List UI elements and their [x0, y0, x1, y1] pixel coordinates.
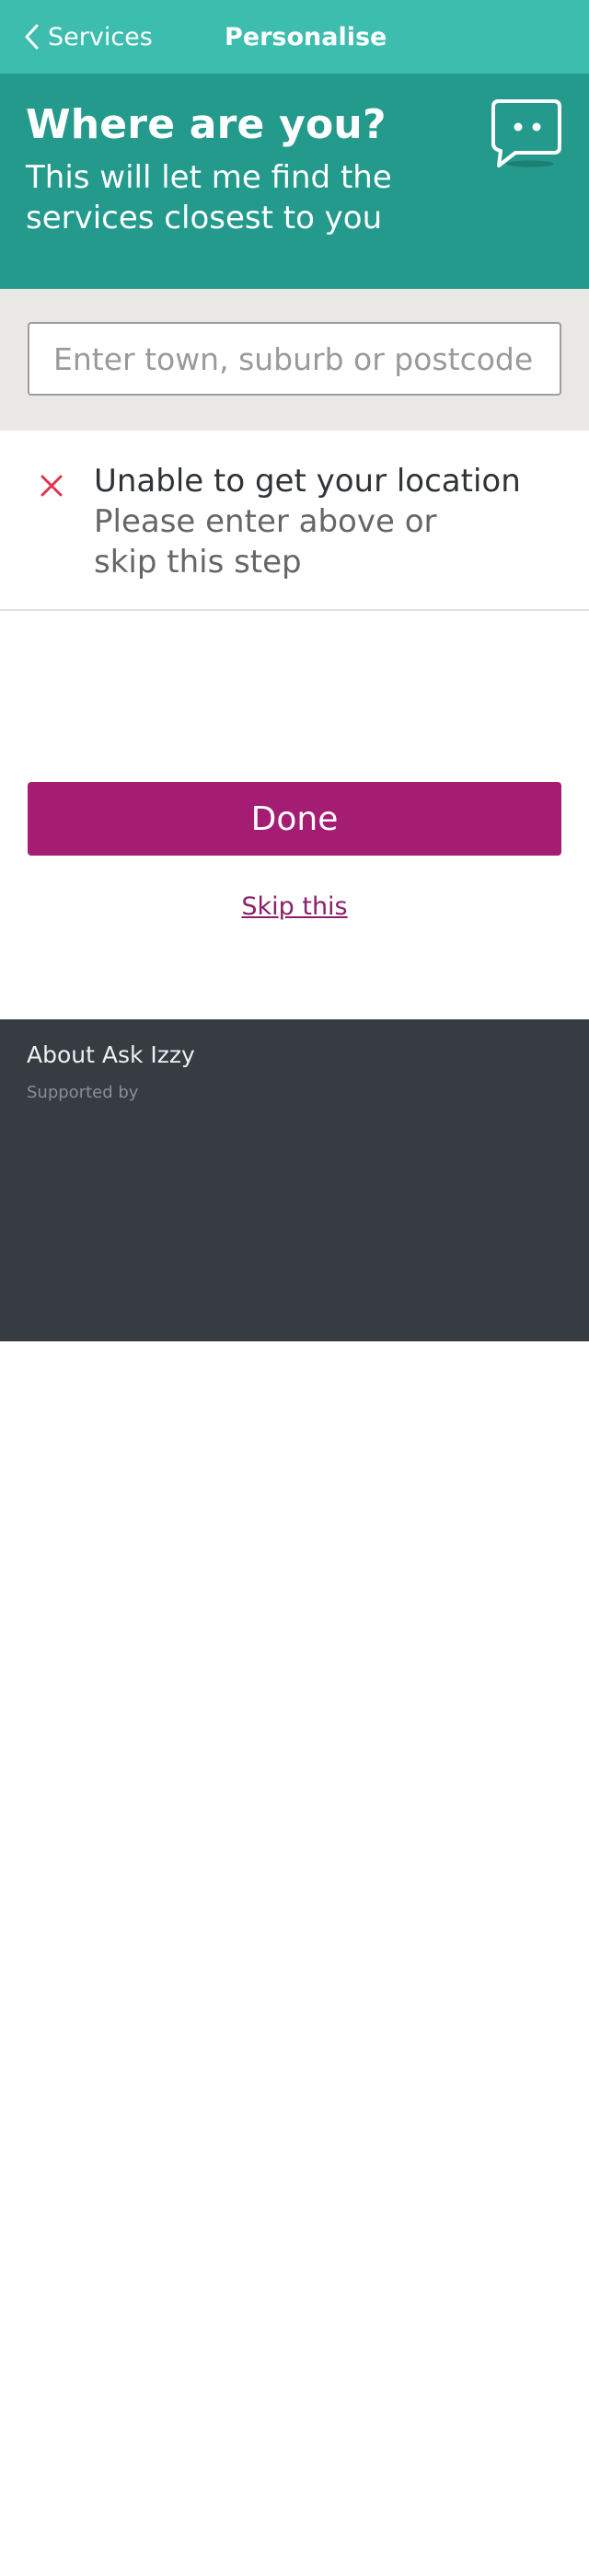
page-title: Where are you?	[26, 101, 387, 148]
chat-bubble-face-icon	[488, 96, 565, 173]
supported-by-label: Supported by	[27, 1083, 139, 1102]
search-band	[0, 289, 589, 431]
back-button[interactable]: Services	[24, 0, 153, 74]
done-button[interactable]: Done	[28, 782, 561, 856]
actions: Done Skip this	[0, 611, 589, 921]
skip-link[interactable]: Skip this	[0, 892, 589, 921]
page: Services Personalise Where are you? This…	[0, 0, 589, 2576]
location-header: Where are you? This will let me find the…	[0, 74, 589, 289]
location-search-input[interactable]	[28, 322, 561, 396]
app-bar-title: Personalise	[225, 22, 387, 52]
location-error: Unable to get your location Please enter…	[0, 431, 589, 611]
error-title: Unable to get your location	[94, 463, 521, 500]
page-subtitle: This will let me find the services close…	[26, 158, 392, 236]
back-button-label: Services	[48, 22, 153, 52]
footer: About Ask Izzy Supported by	[0, 1019, 589, 1341]
close-icon	[40, 475, 63, 497]
chevron-left-icon	[24, 24, 39, 50]
about-link[interactable]: About Ask Izzy	[27, 1041, 195, 1068]
top-app-bar: Services Personalise	[0, 0, 589, 74]
error-message: Please enter above or skip this step	[94, 502, 437, 581]
